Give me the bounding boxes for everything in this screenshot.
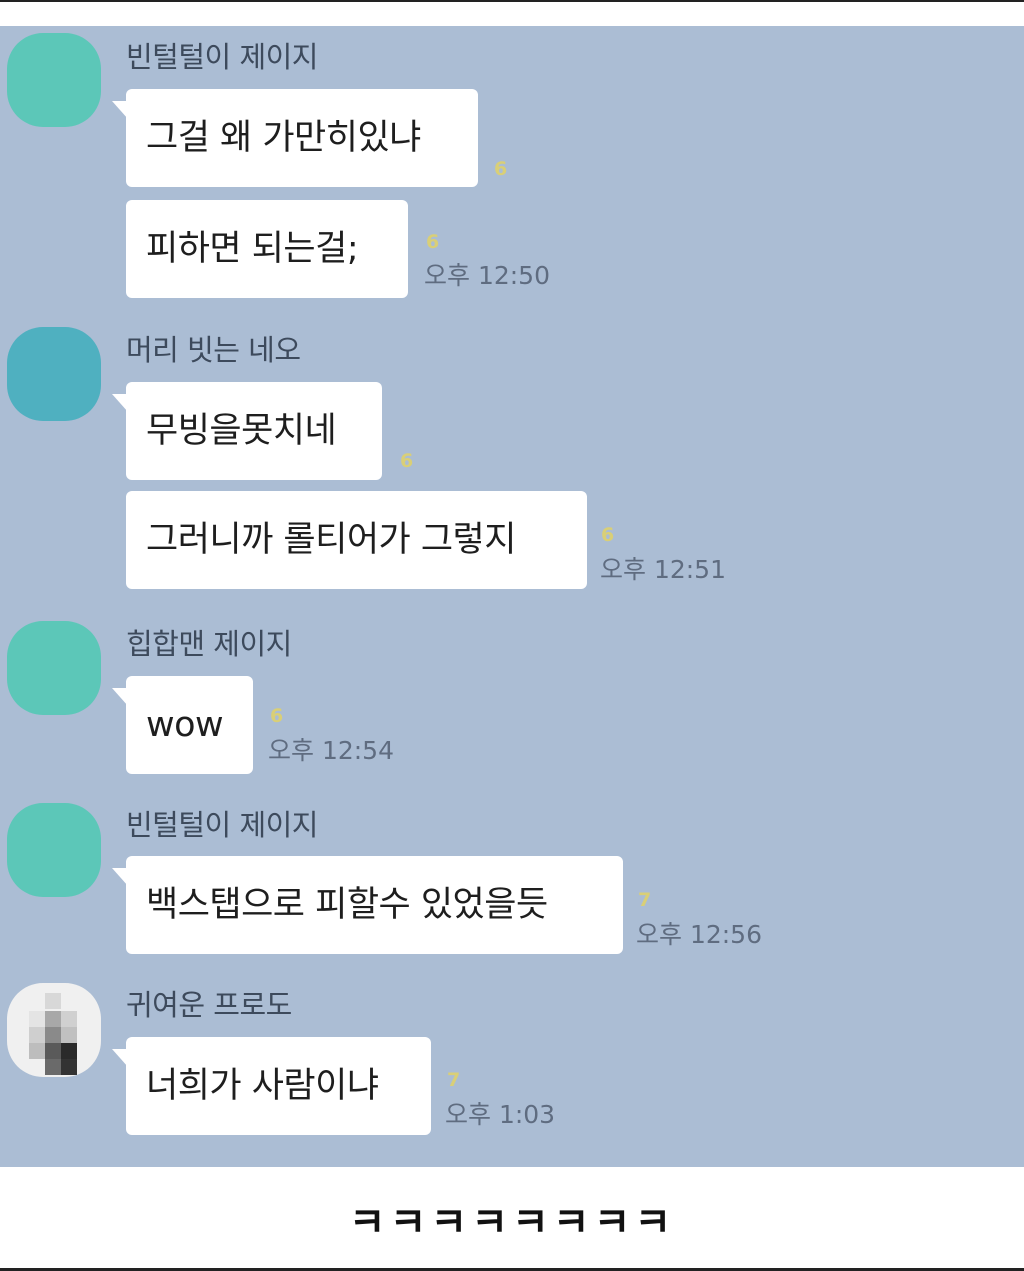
caption-text: ㅋㅋㅋㅋㅋㅋㅋㅋ	[348, 1200, 676, 1246]
unread-count: 7	[638, 889, 652, 911]
top-border	[0, 0, 1024, 2]
message-bubble[interactable]: 피하면 되는걸;	[126, 200, 408, 298]
unread-count: 6	[426, 231, 440, 253]
message-bubble[interactable]: 그러니까 롤티어가 그렇지	[126, 491, 587, 589]
message-bubble[interactable]: 백스탭으로 피할수 있었을듯	[112, 856, 623, 954]
sender-name: 빈털털이 제이지	[126, 808, 318, 842]
message-bubble[interactable]: 그걸 왜 가만히있냐	[112, 89, 478, 187]
chat-area[interactable]: 빈털털이 제이지 그걸 왜 가만히있냐 6 피하면 되는걸; 6 오후 12:5…	[0, 26, 1024, 1167]
blurred-avatar[interactable]	[7, 983, 101, 1077]
message-time: 오후 1:03	[445, 1100, 556, 1129]
message-time: 오후 12:50	[424, 261, 550, 290]
avatar[interactable]	[7, 327, 101, 421]
avatar[interactable]	[7, 803, 101, 897]
avatar[interactable]	[7, 33, 101, 127]
unread-count: 6	[400, 450, 414, 472]
sender-name: 힙합맨 제이지	[126, 627, 292, 661]
sender-name: 귀여운 프로도	[126, 988, 292, 1022]
unread-count: 6	[601, 524, 615, 546]
sender-name: 빈털털이 제이지	[126, 40, 318, 74]
unread-count: 6	[494, 158, 508, 180]
unread-count: 6	[270, 705, 284, 727]
message-time: 오후 12:56	[636, 920, 762, 949]
unread-count: 7	[447, 1069, 461, 1091]
message-bubble[interactable]: 너희가 사람이냐	[112, 1037, 431, 1135]
sender-name: 머리 빗는 네오	[126, 333, 301, 367]
message-bubble[interactable]: 무빙을못치네	[112, 382, 382, 480]
message-time: 오후 12:51	[600, 555, 726, 584]
message-time: 오후 12:54	[268, 736, 394, 765]
message-bubble[interactable]: wow	[112, 676, 253, 774]
avatar[interactable]	[7, 621, 101, 715]
